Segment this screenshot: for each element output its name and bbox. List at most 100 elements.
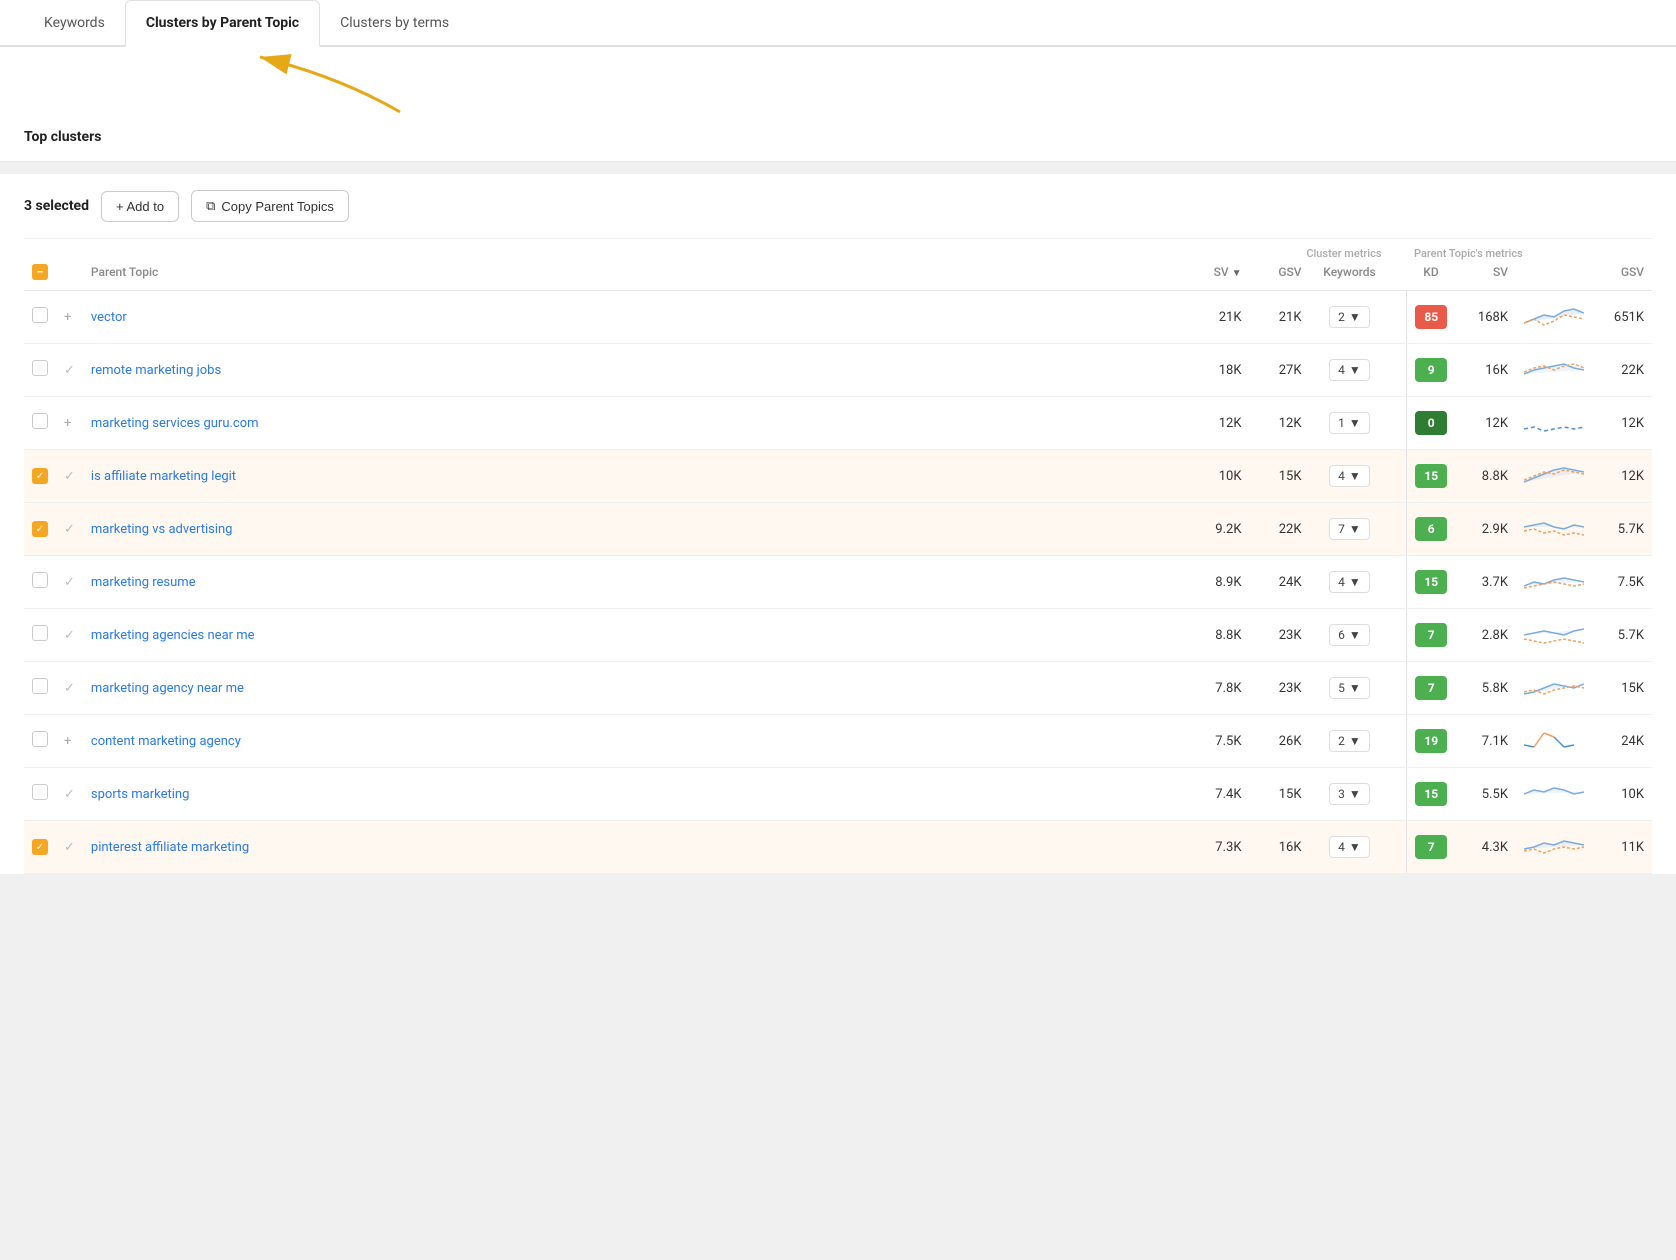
th-kd[interactable]: KD — [1406, 262, 1456, 291]
row-keywords[interactable]: 4 ▼ — [1310, 821, 1390, 874]
row-sv: 21K — [1190, 291, 1250, 344]
row-keywords[interactable]: 4 ▼ — [1310, 344, 1390, 397]
row-sparkline — [1516, 450, 1592, 503]
row-gsv: 23K — [1250, 662, 1310, 715]
row-topic-cell: vector — [83, 291, 1190, 344]
row-checkbox[interactable] — [32, 307, 48, 323]
row-sparkline — [1516, 344, 1592, 397]
row-keywords[interactable]: 2 ▼ — [1310, 715, 1390, 768]
copy-parent-topics-button[interactable]: ⧉ Copy Parent Topics — [191, 190, 349, 222]
add-to-label: + Add to — [116, 199, 164, 214]
row-checkbox[interactable] — [32, 360, 48, 376]
topic-link[interactable]: marketing agency near me — [91, 681, 244, 696]
row-gsv2: 5.7K — [1592, 609, 1652, 662]
row-checkbox-cell[interactable] — [24, 291, 56, 344]
row-status-icon: + — [64, 310, 71, 325]
keywords-dropdown[interactable]: 4 ▼ — [1329, 571, 1370, 593]
keywords-dropdown[interactable]: 3 ▼ — [1329, 783, 1370, 805]
row-icon-cell: ✓ — [56, 662, 83, 715]
row-checkbox-cell[interactable] — [24, 344, 56, 397]
row-checkbox[interactable] — [32, 468, 48, 484]
th-icon-spacer — [56, 239, 83, 262]
row-topic-cell: marketing services guru.com — [83, 397, 1190, 450]
row-checkbox-cell[interactable] — [24, 503, 56, 556]
th-gsv2[interactable]: GSV — [1592, 262, 1652, 291]
row-checkbox-cell[interactable] — [24, 768, 56, 821]
topic-link[interactable]: marketing vs advertising — [91, 522, 233, 537]
th-keywords[interactable]: Keywords — [1310, 262, 1390, 291]
tab-clusters-terms[interactable]: Clusters by terms — [320, 1, 469, 47]
row-checkbox[interactable] — [32, 784, 48, 800]
dropdown-arrow: ▼ — [1349, 416, 1361, 430]
topic-link[interactable]: vector — [91, 310, 127, 325]
row-gsv: 24K — [1250, 556, 1310, 609]
row-checkbox[interactable] — [32, 839, 48, 855]
row-sv2: 168K — [1456, 291, 1516, 344]
th-parent-metrics-group: Parent Topic's metrics — [1406, 239, 1592, 262]
table-row: ✓ sports marketing 7.4K 15K 3 ▼ 15 5.5K … — [24, 768, 1652, 821]
row-sparkline — [1516, 397, 1592, 450]
row-keywords[interactable]: 5 ▼ — [1310, 662, 1390, 715]
dropdown-arrow: ▼ — [1349, 522, 1361, 536]
tab-clusters-parent[interactable]: Clusters by Parent Topic — [125, 0, 320, 47]
row-checkbox[interactable] — [32, 625, 48, 641]
topic-link[interactable]: content marketing agency — [91, 734, 241, 749]
topic-link[interactable]: remote marketing jobs — [91, 363, 221, 378]
keywords-dropdown[interactable]: 7 ▼ — [1329, 518, 1370, 540]
topic-link[interactable]: marketing resume — [91, 575, 196, 590]
row-keywords[interactable]: 1 ▼ — [1310, 397, 1390, 450]
row-checkbox-cell[interactable] — [24, 662, 56, 715]
tabs-bar: Keywords Clusters by Parent Topic Cluste… — [0, 0, 1676, 47]
top-clusters-label: Top clusters — [24, 129, 101, 145]
keywords-dropdown[interactable]: 4 ▼ — [1329, 359, 1370, 381]
keywords-dropdown[interactable]: 2 ▼ — [1329, 730, 1370, 752]
row-gsv2: 10K — [1592, 768, 1652, 821]
dropdown-arrow: ▼ — [1349, 681, 1361, 695]
th-sv2[interactable]: SV — [1456, 262, 1516, 291]
row-divider — [1390, 450, 1407, 503]
kd-badge: 7 — [1415, 835, 1447, 859]
topic-link[interactable]: pinterest affiliate marketing — [91, 840, 249, 855]
row-checkbox-cell[interactable] — [24, 715, 56, 768]
row-checkbox-cell[interactable] — [24, 556, 56, 609]
topic-link[interactable]: sports marketing — [91, 787, 189, 802]
row-kd: 15 — [1406, 556, 1456, 609]
topic-link[interactable]: is affiliate marketing legit — [91, 469, 236, 484]
add-to-button[interactable]: + Add to — [101, 191, 179, 222]
row-checkbox-cell[interactable] — [24, 821, 56, 874]
keywords-dropdown[interactable]: 5 ▼ — [1329, 677, 1370, 699]
keywords-dropdown[interactable]: 4 ▼ — [1329, 836, 1370, 858]
kd-badge: 19 — [1415, 729, 1447, 753]
row-keywords[interactable]: 6 ▼ — [1310, 609, 1390, 662]
row-kd: 7 — [1406, 821, 1456, 874]
row-keywords[interactable]: 7 ▼ — [1310, 503, 1390, 556]
sv2-col-label: SV — [1493, 265, 1508, 279]
th-gsv[interactable]: GSV — [1250, 262, 1310, 291]
topic-link[interactable]: marketing agencies near me — [91, 628, 255, 643]
row-checkbox-cell[interactable] — [24, 609, 56, 662]
row-checkbox[interactable] — [32, 413, 48, 429]
th-sv[interactable]: SV ▼ — [1190, 262, 1250, 291]
th-select-all[interactable] — [24, 262, 56, 291]
keywords-dropdown[interactable]: 6 ▼ — [1329, 624, 1370, 646]
row-keywords[interactable]: 4 ▼ — [1310, 556, 1390, 609]
row-topic-cell: marketing agencies near me — [83, 609, 1190, 662]
row-status-icon: ✓ — [64, 363, 75, 378]
row-checkbox[interactable] — [32, 678, 48, 694]
keywords-dropdown[interactable]: 4 ▼ — [1329, 465, 1370, 487]
row-checkbox[interactable] — [32, 521, 48, 537]
row-checkbox[interactable] — [32, 731, 48, 747]
topic-link[interactable]: marketing services guru.com — [91, 416, 259, 431]
select-all-checkbox[interactable] — [32, 264, 48, 280]
row-checkbox-cell[interactable] — [24, 450, 56, 503]
row-icon-cell: ✓ — [56, 609, 83, 662]
row-checkbox[interactable] — [32, 572, 48, 588]
row-keywords[interactable]: 4 ▼ — [1310, 450, 1390, 503]
row-keywords[interactable]: 2 ▼ — [1310, 291, 1390, 344]
row-keywords[interactable]: 3 ▼ — [1310, 768, 1390, 821]
tab-keywords[interactable]: Keywords — [24, 1, 125, 47]
row-checkbox-cell[interactable] — [24, 397, 56, 450]
keywords-dropdown[interactable]: 1 ▼ — [1329, 412, 1370, 434]
keywords-dropdown[interactable]: 2 ▼ — [1329, 306, 1370, 328]
th-checkbox-spacer — [24, 239, 56, 262]
